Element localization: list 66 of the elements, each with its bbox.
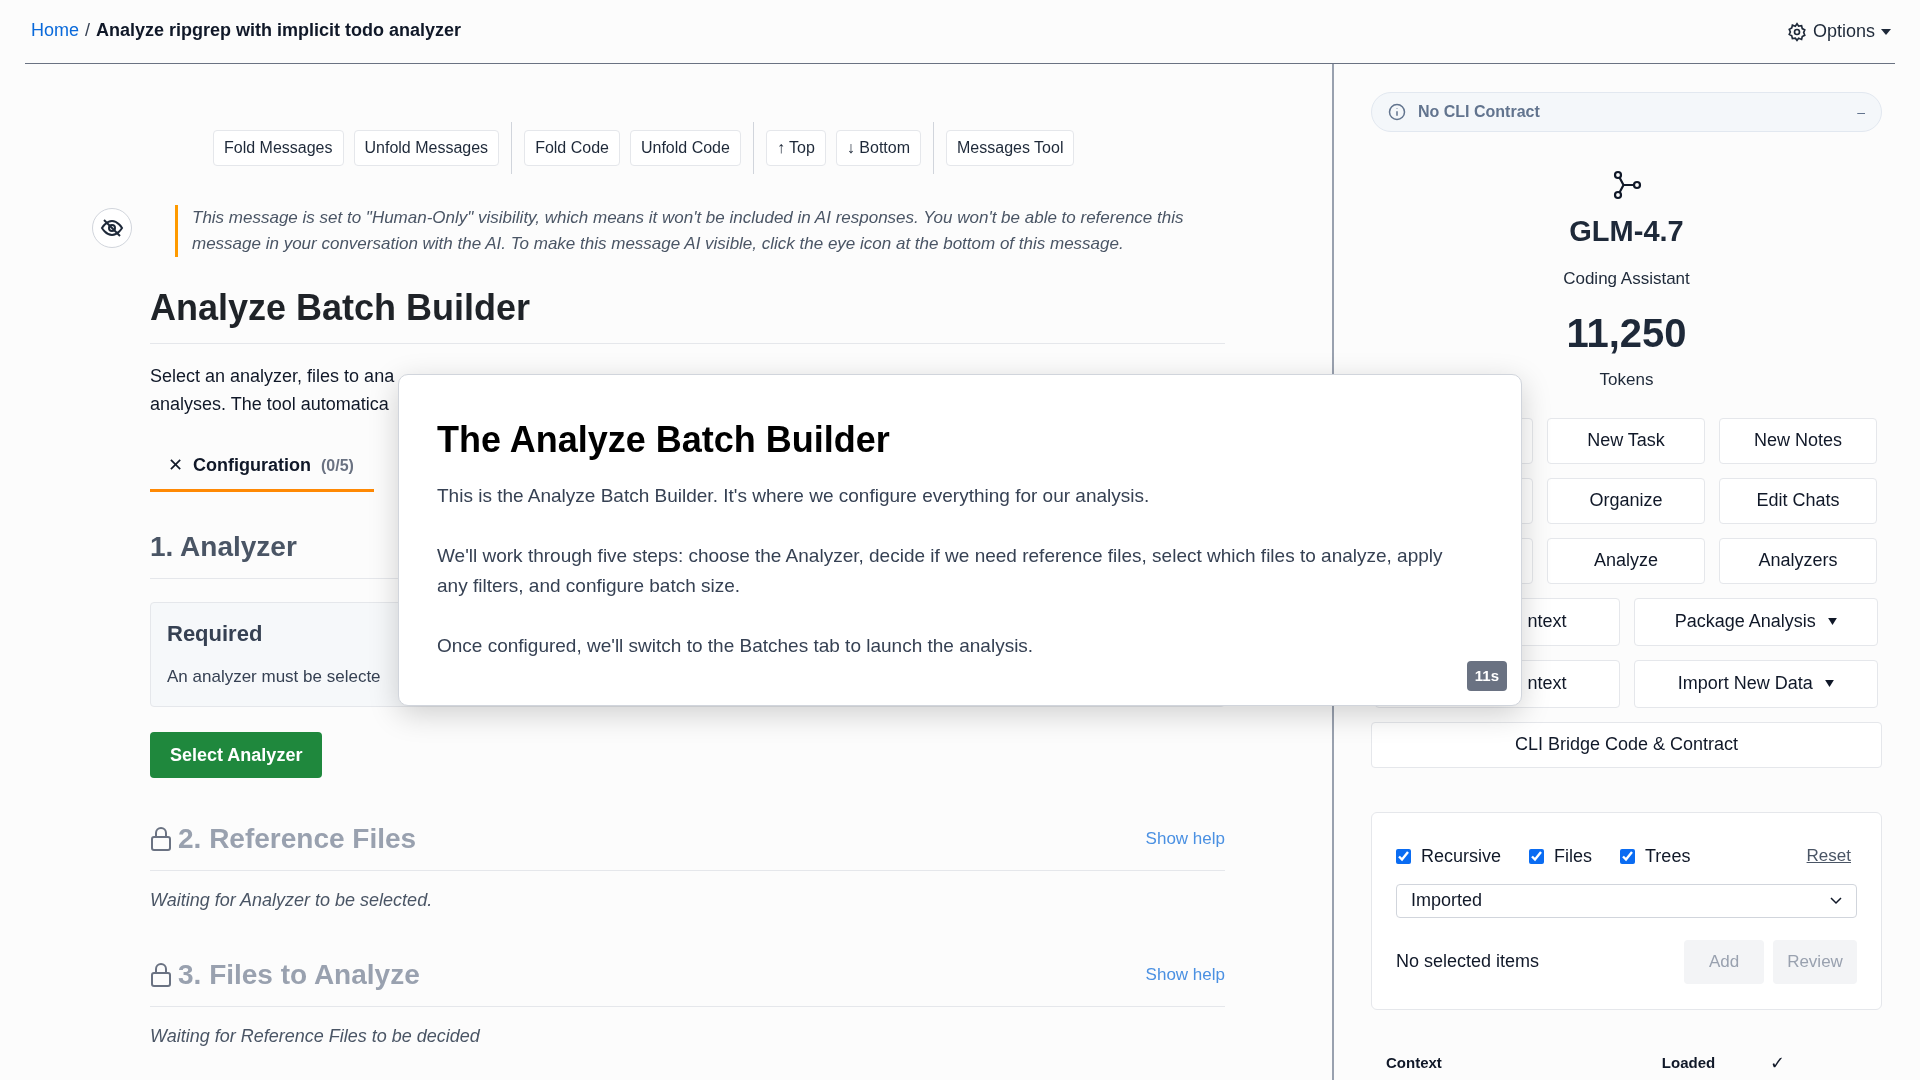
lock-icon — [150, 827, 172, 851]
step-status: Waiting for Analyzer to be selected. — [150, 889, 434, 912]
action-button[interactable]: Import New Data — [1633, 659, 1878, 708]
page-title: Analyze Batch Builder — [150, 281, 1225, 344]
caret-icon — [1824, 680, 1834, 687]
model-role: Coding Assistant — [1563, 267, 1690, 290]
checkbox[interactable] — [1620, 848, 1636, 864]
dialog-text: We'll work through five steps: choose the Analyzer, decide if we need reference files, select which files to analyze, apply any filters, and configure batch size. — [437, 544, 1444, 598]
column-header: Loaded — [1661, 1052, 1716, 1073]
step-title: 3. Files to Analyze — [178, 958, 420, 992]
dialog-text: This is the Analyze Batch Builder. It's where we configure everything for our analysis. — [437, 484, 1151, 508]
toolbar-button[interactable]: Messages Tool — [946, 130, 1075, 166]
options-menu[interactable]: Options — [1786, 18, 1891, 45]
branch-icon — [1611, 170, 1642, 200]
column-header: Context — [1386, 1052, 1442, 1073]
step-status: Waiting for Reference Files to be decided — [150, 1025, 481, 1048]
action-button[interactable]: New Notes — [1719, 417, 1877, 464]
checkbox-label: Files — [1554, 844, 1593, 868]
action-button[interactable]: Analyze — [1547, 537, 1705, 584]
required-heading: Required — [167, 620, 263, 648]
lock-icon — [150, 963, 172, 987]
caret-icon — [1881, 28, 1891, 35]
settings-icon — [1786, 21, 1807, 42]
checkbox[interactable] — [1529, 848, 1545, 864]
checkmark-icon: ✓ — [1770, 1049, 1786, 1077]
info-icon — [1388, 103, 1406, 121]
tab[interactable]: ✕ Configuration (0/5) — [150, 442, 374, 492]
breadcrumb-current: Analyze ripgrep with implicit todo analyzer — [96, 19, 462, 42]
caret-icon — [1827, 618, 1837, 625]
required-text: An analyzer must be selecte — [167, 666, 381, 688]
checkbox-label: Trees — [1645, 844, 1691, 868]
action-button[interactable]: Package Analysis — [1633, 597, 1878, 646]
toolbar-button[interactable]: Fold Messages — [213, 130, 344, 166]
token-count: 11,250 — [1566, 310, 1687, 357]
chevron-down-icon — [1830, 896, 1842, 905]
toolbar-button[interactable]: Unfold Messages — [353, 130, 500, 166]
timer-badge: 11s — [1466, 660, 1507, 691]
checkbox[interactable] — [1396, 848, 1411, 864]
action-button[interactable]: CLI Bridge Code & Contract — [1371, 721, 1882, 768]
selection-status: No selected items — [1396, 950, 1540, 973]
toolbar-button[interactable]: ↑ Top — [765, 130, 826, 166]
breadcrumb-link[interactable]: Home — [31, 17, 79, 44]
breadcrumb-separator: / — [85, 19, 91, 42]
action-button[interactable]: Organize — [1547, 477, 1705, 524]
toolbar-button[interactable]: Unfold Code — [629, 130, 741, 166]
token-label: Tokens — [1599, 369, 1654, 391]
action-button[interactable]: Edit Chats — [1719, 477, 1877, 524]
checkbox-label: Recursive — [1421, 844, 1502, 868]
dialog-title: The Analyze Batch Builder — [437, 418, 891, 462]
action-button[interactable]: New Task — [1547, 417, 1705, 464]
visibility-toggle[interactable] — [92, 208, 132, 248]
dialog-text: Once configured, we'll switch to the Batches tab to launch the analysis. — [437, 634, 1035, 658]
description-text: Select an analyzer, files to ana — [150, 365, 396, 388]
contract-label: No CLI Contract — [1418, 102, 1540, 122]
action-button[interactable]: Analyzers — [1719, 537, 1877, 584]
reset-link[interactable]: Reset — [1806, 843, 1851, 869]
step-title: 1. Analyzer — [150, 530, 297, 564]
visibility-notice: This message is set to "Human-Only" visibility, which means it won't be included in AI responses. You won't be able to reference this message in your conversation with the AI. To make this message AI visible, click the eye icon at the bottom of this message. — [175, 205, 1235, 257]
description-text: analyses. The tool automatica — [150, 393, 390, 416]
collapse-toggle[interactable]: – — [1857, 101, 1865, 123]
toolbar-button[interactable]: ↓ Bottom — [835, 130, 921, 166]
select-analyzer-button[interactable]: Select Analyzer — [150, 732, 323, 778]
toolbar-button[interactable]: Fold Code — [524, 130, 620, 166]
step-title: 2. Reference Files — [178, 822, 417, 856]
source-select[interactable]: Imported — [1396, 883, 1857, 918]
model-name: GLM-4.7 — [1569, 214, 1684, 249]
